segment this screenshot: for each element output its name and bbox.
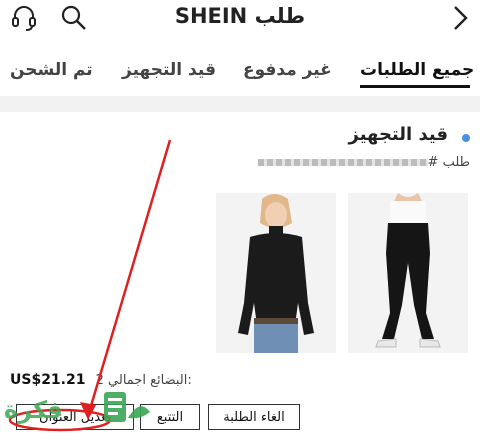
product-image-leggings[interactable] [348, 193, 468, 353]
order-tabs: تم الشحن قيد التجهيز غير مدفوع جميع الطل… [0, 48, 480, 96]
cancel-order-button[interactable]: الغاء الطلبة [208, 404, 300, 430]
order-status: قيد التجهيز [348, 124, 448, 145]
items-count: 2 البضائع اجمالي: [95, 373, 192, 388]
order-number: طلب # [252, 155, 470, 170]
page-title: طلب SHEIN [174, 4, 306, 28]
edit-address-button[interactable]: تعديل العنوان [16, 404, 134, 430]
order-total: US$21.21 [10, 372, 86, 388]
app-header: طلب SHEIN [0, 0, 480, 40]
product-image-turtleneck[interactable] [216, 193, 336, 353]
track-order-button[interactable]: التتبع [140, 404, 200, 430]
order-summary: US$21.21 2 البضائع اجمالي: [10, 372, 192, 388]
tab-unpaid[interactable]: غير مدفوع [243, 60, 332, 80]
tab-processing[interactable]: قيد التجهيز [122, 60, 216, 80]
order-number-redacted [257, 159, 428, 166]
order-number-label: طلب # [427, 155, 470, 170]
tab-shipped[interactable]: تم الشحن [10, 60, 93, 80]
active-tab-underline [360, 85, 470, 88]
section-divider [0, 96, 480, 112]
status-dot-icon [462, 134, 470, 142]
chevron-right-icon[interactable] [448, 4, 472, 32]
tab-all-orders[interactable]: جميع الطلبات [360, 60, 474, 80]
